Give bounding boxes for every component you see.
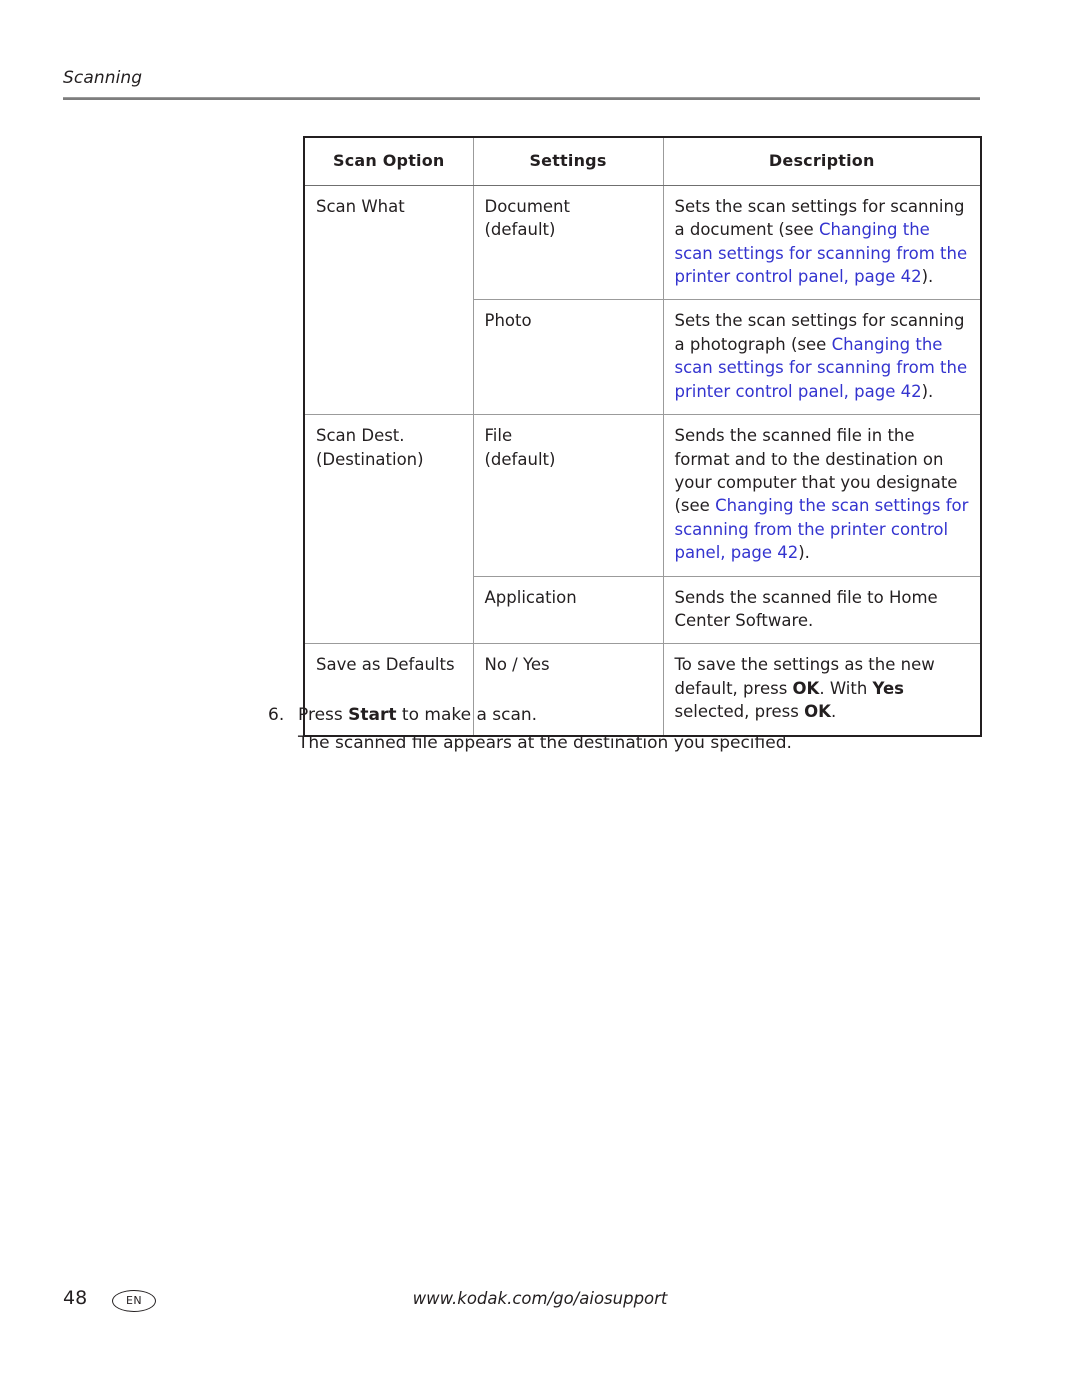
cell-description: Sends the scanned file to Home Center So…: [662, 575, 982, 645]
scan-option-label: Scan Dest. (Destination): [316, 426, 424, 469]
cross-reference-link[interactable]: Changing the scan settings for scanning …: [675, 496, 969, 562]
cell-settings: Application: [472, 575, 664, 645]
step-6-followup: The scanned file appears at the destinat…: [298, 732, 792, 753]
description-text-tail: ).: [921, 266, 934, 286]
settings-label: Photo: [484, 311, 532, 331]
cell-settings: Document (default): [472, 184, 664, 301]
cell-description: Sends the scanned file in the format and…: [662, 414, 982, 577]
support-url: www.kodak.com/go/aiosupport: [412, 1289, 668, 1308]
step-emphasis-start: Start: [348, 705, 397, 725]
table-row: Scan What Document (default) Sets the sca…: [303, 184, 982, 416]
description-text: Sends the scanned file to Home Center So…: [674, 587, 938, 631]
column-header-scan-option: Scan Option: [303, 135, 474, 186]
cell-description: Sets the scan settings for scanning a ph…: [662, 299, 982, 416]
page-footer: 48 EN www.kodak.com/go/aiosupport: [0, 1283, 1080, 1333]
cell-scan-option: Scan What: [303, 184, 474, 416]
header-divider: [63, 97, 980, 100]
scan-options-table: Scan Option Settings Description Scan Wh…: [303, 135, 982, 737]
description-emphasis: OK: [792, 678, 820, 698]
column-header-settings: Settings: [472, 135, 664, 186]
step-6-line: 6. Press Start to make a scan.: [268, 702, 968, 730]
cell-scan-option: Scan Dest. (Destination): [303, 414, 474, 645]
description-text-tail: ).: [921, 381, 934, 401]
settings-label: File (default): [484, 426, 556, 469]
step-number: 6.: [268, 705, 285, 725]
cell-description: Sets the scan settings for scanning a do…: [662, 184, 982, 301]
settings-label: No / Yes: [484, 655, 550, 675]
settings-label: Document (default): [484, 196, 570, 240]
step-text: Press Start to make a scan.: [298, 702, 968, 730]
description-text-tail: ).: [798, 543, 810, 563]
step-6-block: 6. Press Start to make a scan. The scann…: [268, 702, 968, 757]
scan-option-label: Scan What: [316, 196, 405, 216]
step-text-before: Press: [298, 705, 349, 725]
running-head: Scanning: [63, 68, 143, 88]
column-header-description: Description: [662, 135, 982, 186]
step-text-after: to make a scan.: [396, 705, 538, 725]
cell-settings: File (default): [472, 414, 664, 577]
description-emphasis: Yes: [872, 678, 904, 698]
description-text-run: . With: [819, 678, 873, 698]
settings-label: Application: [484, 587, 577, 607]
table-header-row: Scan Option Settings Description: [303, 135, 982, 186]
cell-settings: Photo: [472, 299, 664, 416]
scan-option-label: Save as Defaults: [316, 655, 455, 675]
table-row: Scan Dest. (Destination) File (default) Se…: [303, 414, 982, 645]
